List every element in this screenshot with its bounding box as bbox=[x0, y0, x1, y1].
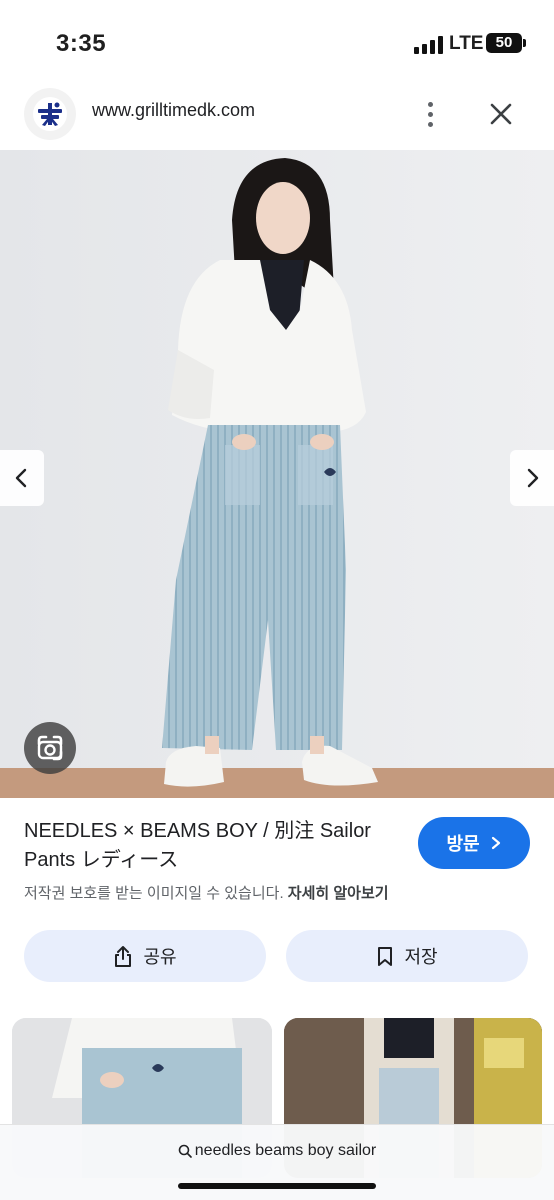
site-logo-icon bbox=[24, 88, 76, 140]
bookmark-icon bbox=[378, 947, 393, 966]
visit-button[interactable]: 방문 bbox=[418, 817, 530, 869]
visit-label: 방문 bbox=[446, 834, 480, 854]
next-image-button[interactable] bbox=[510, 450, 554, 506]
site-url[interactable]: www.grilltimedk.com bbox=[92, 100, 255, 121]
result-title[interactable]: NEEDLES × BEAMS BOY / 別注 Sailor Pants レデ… bbox=[24, 817, 404, 875]
google-lens-button[interactable] bbox=[24, 722, 76, 774]
browser-header: www.grilltimedk.com bbox=[0, 80, 554, 150]
status-bar: 3:35 LTE 50 bbox=[0, 0, 554, 80]
product-image[interactable] bbox=[0, 150, 554, 798]
model-illustration bbox=[0, 150, 554, 798]
close-icon[interactable] bbox=[484, 96, 518, 132]
network-type: LTE bbox=[449, 33, 484, 54]
battery-icon: 50 bbox=[486, 33, 526, 53]
share-button[interactable]: 공유 bbox=[24, 930, 266, 982]
learn-more-link[interactable]: 자세히 알아보기 bbox=[288, 885, 389, 902]
chevron-right-icon bbox=[527, 468, 539, 488]
copyright-notice: 저작권 보호를 받는 이미지일 수 있습니다. 자세히 알아보기 bbox=[24, 882, 389, 903]
search-query-text: needles beams boy sailor bbox=[194, 1142, 377, 1159]
bottom-search-bar: needles beams boy sailor bbox=[0, 1124, 554, 1200]
google-lens-icon bbox=[37, 735, 63, 761]
save-label: 저장 bbox=[404, 947, 438, 967]
save-button[interactable]: 저장 bbox=[286, 930, 528, 982]
share-icon bbox=[115, 946, 132, 967]
signal-icon bbox=[414, 36, 444, 54]
search-query[interactable]: needles beams boy sailor bbox=[0, 1142, 554, 1160]
more-vert-icon[interactable] bbox=[416, 96, 444, 132]
copyright-text: 저작권 보호를 받는 이미지일 수 있습니다. bbox=[24, 885, 284, 902]
search-icon bbox=[178, 1144, 192, 1158]
chevron-left-icon bbox=[15, 468, 27, 488]
status-time: 3:35 bbox=[56, 30, 107, 57]
share-label: 공유 bbox=[143, 947, 177, 967]
home-indicator bbox=[178, 1183, 376, 1189]
chevron-right-icon bbox=[491, 836, 500, 850]
previous-image-button[interactable] bbox=[0, 450, 44, 506]
